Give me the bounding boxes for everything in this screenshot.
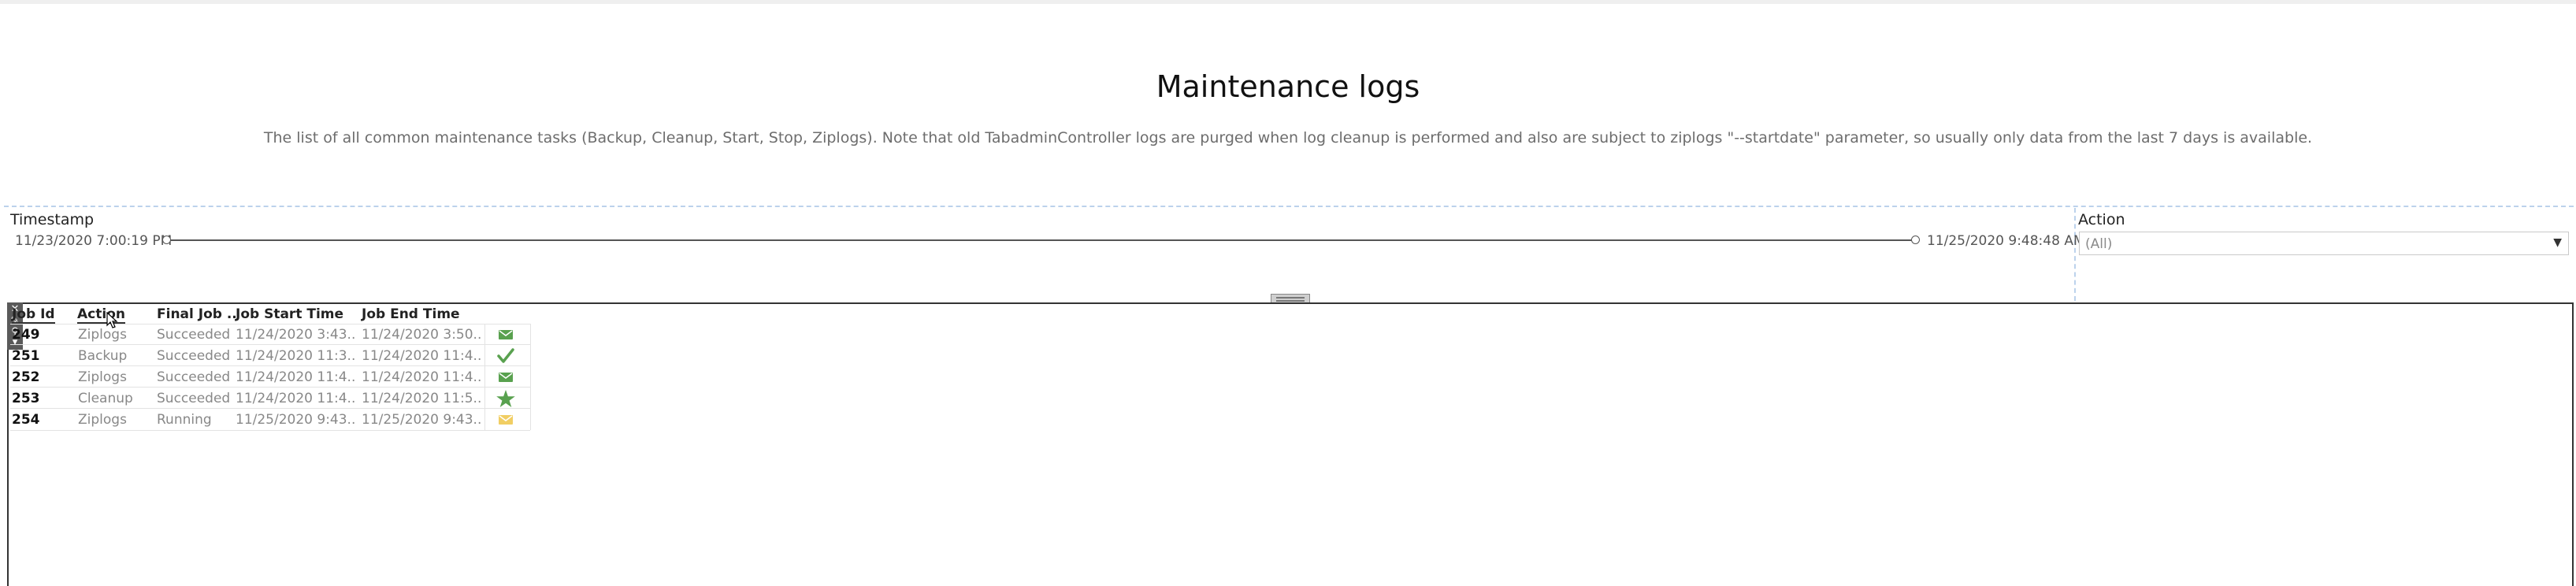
start-time-cell: 11/25/2020 9:43.. <box>236 412 356 428</box>
end-time-cell: 11/24/2020 11:4.. <box>362 369 482 385</box>
timestamp-end-value[interactable]: 11/25/2020 9:48:48 AM <box>1927 233 2085 249</box>
timestamp-start-value[interactable]: 11/23/2020 7:00:19 PM <box>15 233 172 249</box>
start-time-cell: 11/24/2020 11:4.. <box>236 391 356 406</box>
action-cell: Backup <box>78 348 128 364</box>
dropdown-arrow-icon[interactable]: ▼ <box>2553 236 2562 249</box>
action-cell: Ziplogs <box>78 412 127 428</box>
job-id-cell: 252 <box>12 369 40 385</box>
status-cell: Succeeded <box>157 369 231 385</box>
envelope-icon <box>492 412 520 428</box>
start-time-cell: 11/24/2020 11:3.. <box>236 348 356 364</box>
action-filter-dropdown[interactable]: (All) ▼ <box>2079 232 2569 255</box>
column-header-job-start-time[interactable]: Job Start Time <box>236 306 343 322</box>
layout-divider-top <box>4 206 2574 207</box>
checkmark-icon <box>492 347 520 365</box>
layout-divider-filters <box>2074 208 2076 301</box>
table-row[interactable]: 249 Ziplogs Succeeded 11/24/2020 3:43.. … <box>10 324 530 345</box>
job-id-cell: 249 <box>12 327 40 343</box>
status-cell: Succeeded <box>157 348 231 364</box>
slider-end-handle[interactable] <box>1911 236 1920 244</box>
column-header-job-id[interactable]: Job Id <box>12 306 55 324</box>
action-cell: Ziplogs <box>78 327 127 343</box>
status-cell: Running <box>157 412 212 428</box>
status-cell: Succeeded <box>157 327 231 343</box>
action-filter-value: (All) <box>2085 236 2113 252</box>
action-filter-label: Action <box>2078 211 2125 228</box>
start-time-cell: 11/24/2020 3:43.. <box>236 327 356 343</box>
action-cell: Cleanup <box>78 391 133 406</box>
timestamp-filter-label: Timestamp <box>10 211 95 228</box>
end-time-cell: 11/25/2020 9:43.. <box>362 412 482 428</box>
job-id-cell: 254 <box>12 412 40 428</box>
top-bar <box>0 0 2576 4</box>
job-id-cell: 253 <box>12 391 40 406</box>
timestamp-range-slider[interactable] <box>165 239 1916 241</box>
action-cell: Ziplogs <box>78 369 127 385</box>
page-subtitle: The list of all common maintenance tasks… <box>263 129 2313 146</box>
envelope-icon <box>492 369 520 385</box>
envelope-icon <box>492 327 520 343</box>
status-cell: Succeeded <box>157 391 231 406</box>
table-row[interactable]: 253 Cleanup Succeeded 11/24/2020 11:4.. … <box>10 388 530 409</box>
end-time-cell: 11/24/2020 11:5.. <box>362 391 482 406</box>
mouse-cursor-icon <box>106 311 119 332</box>
job-id-cell: 251 <box>12 348 40 364</box>
table-row[interactable]: 254 Ziplogs Running 11/25/2020 9:43.. 11… <box>10 409 530 430</box>
end-time-cell: 11/24/2020 3:50.. <box>362 327 482 343</box>
column-header-job-end-time[interactable]: Job End Time <box>362 306 460 322</box>
page-title: Maintenance logs <box>1156 69 1420 104</box>
end-time-cell: 11/24/2020 11:4.. <box>362 348 482 364</box>
slider-start-handle[interactable] <box>162 236 171 244</box>
start-time-cell: 11/24/2020 11:4.. <box>236 369 356 385</box>
star-icon <box>492 389 520 408</box>
column-header-final-job-status[interactable]: Final Job .. <box>157 306 237 322</box>
table-row[interactable]: 251 Backup Succeeded 11/24/2020 11:3.. 1… <box>10 345 530 366</box>
table-row[interactable]: 252 Ziplogs Succeeded 11/24/2020 11:4.. … <box>10 366 530 388</box>
